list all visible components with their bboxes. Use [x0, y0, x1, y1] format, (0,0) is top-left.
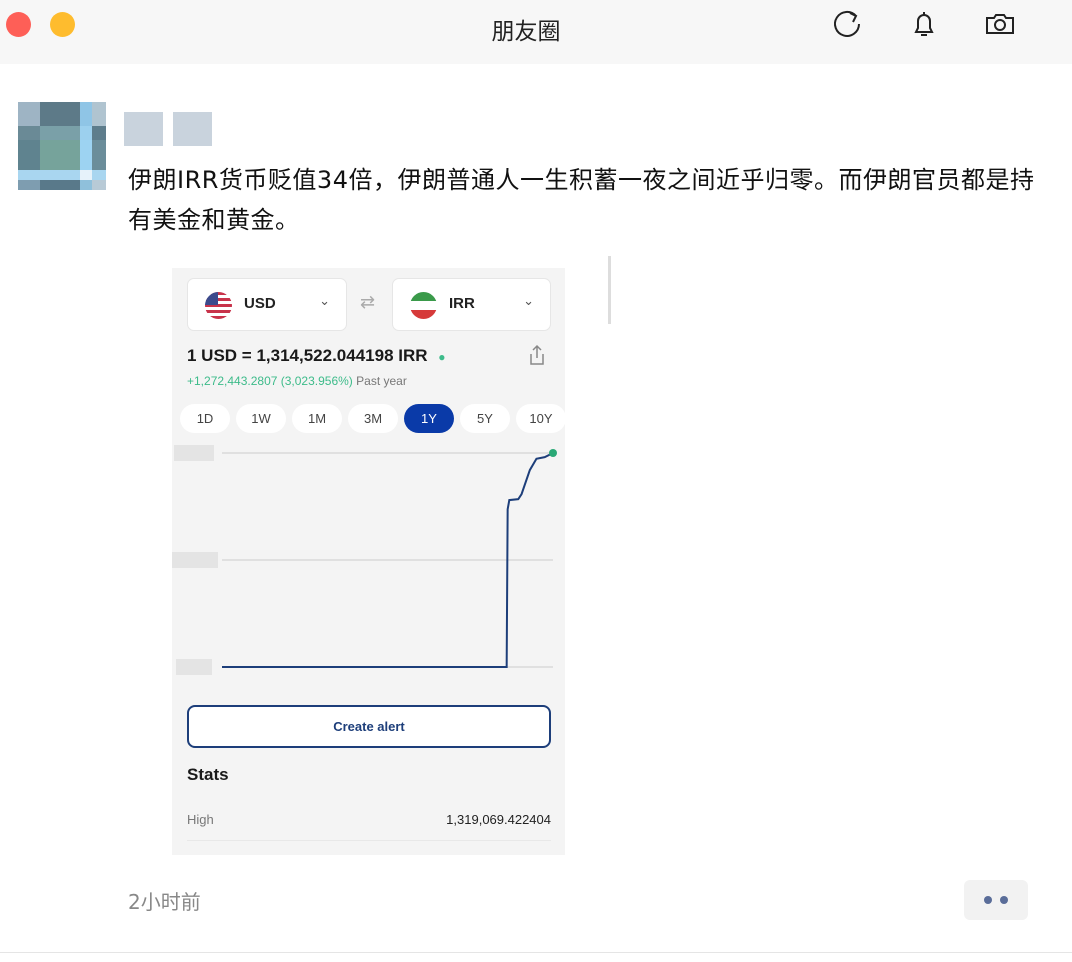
exchange-rate: 1 USD = 1,314,522.044198 IRR ●: [187, 346, 446, 365]
chevron-down-icon: ⌄: [319, 293, 330, 308]
from-currency-select: USD ⌄: [187, 278, 347, 331]
range-tab: 1D: [180, 404, 230, 433]
rate-change: +1,272,443.2807 (3,023.956%) Past year: [187, 374, 407, 388]
swap-icon: ⇄: [360, 292, 376, 312]
camera-icon[interactable]: [982, 6, 1018, 42]
share-icon: [530, 344, 544, 365]
post-time: 2小时前: [128, 890, 201, 914]
iran-flag-icon: [410, 292, 437, 319]
y-tick-label-blurred: [172, 552, 218, 568]
high-label: High: [187, 812, 214, 827]
avatar[interactable]: [18, 102, 106, 190]
rate-chart: [172, 445, 557, 675]
dot-icon: [1000, 896, 1008, 904]
stats-heading: Stats: [187, 765, 229, 784]
to-currency-label: IRR: [449, 295, 475, 312]
title-bar: 朋友圈: [0, 0, 1072, 64]
window-title: 朋友圈: [491, 19, 561, 45]
post-image[interactable]: USD ⌄ ⇄ IRR ⌄ 1 USD = 1,314,522.044198 I…: [172, 268, 565, 855]
latest-point: [549, 449, 557, 457]
range-tab: 1M: [292, 404, 342, 433]
user-name-blurred[interactable]: [124, 112, 212, 146]
bell-icon[interactable]: [906, 6, 942, 42]
y-tick-label-blurred: [176, 659, 212, 675]
refresh-icon[interactable]: [830, 6, 866, 42]
range-tab: 1W: [236, 404, 286, 433]
scrollbar[interactable]: [608, 256, 611, 324]
range-tab: 3M: [348, 404, 398, 433]
range-tabs: 1D 1W 1M 3M 1Y 5Y 10Y: [180, 404, 565, 433]
range-tab: 5Y: [460, 404, 510, 433]
high-value: 1,319,069.422404: [446, 812, 551, 827]
to-currency-select: IRR ⌄: [392, 278, 551, 331]
range-tab-active: 1Y: [404, 404, 454, 433]
dot-icon: [984, 896, 992, 904]
y-tick-label-blurred: [174, 445, 214, 461]
create-alert-button: Create alert: [187, 705, 551, 748]
range-tab: 10Y: [516, 404, 565, 433]
chevron-down-icon: ⌄: [523, 293, 534, 308]
from-currency-label: USD: [244, 295, 276, 312]
divider: [0, 952, 1072, 953]
divider: [187, 840, 551, 841]
post-text: 伊朗IRR货币贬值34倍，伊朗普通人一生积蓄一夜之间近乎归零。而伊朗官员都是持有…: [128, 166, 1035, 234]
more-button[interactable]: [964, 880, 1028, 920]
us-flag-icon: [205, 292, 232, 319]
